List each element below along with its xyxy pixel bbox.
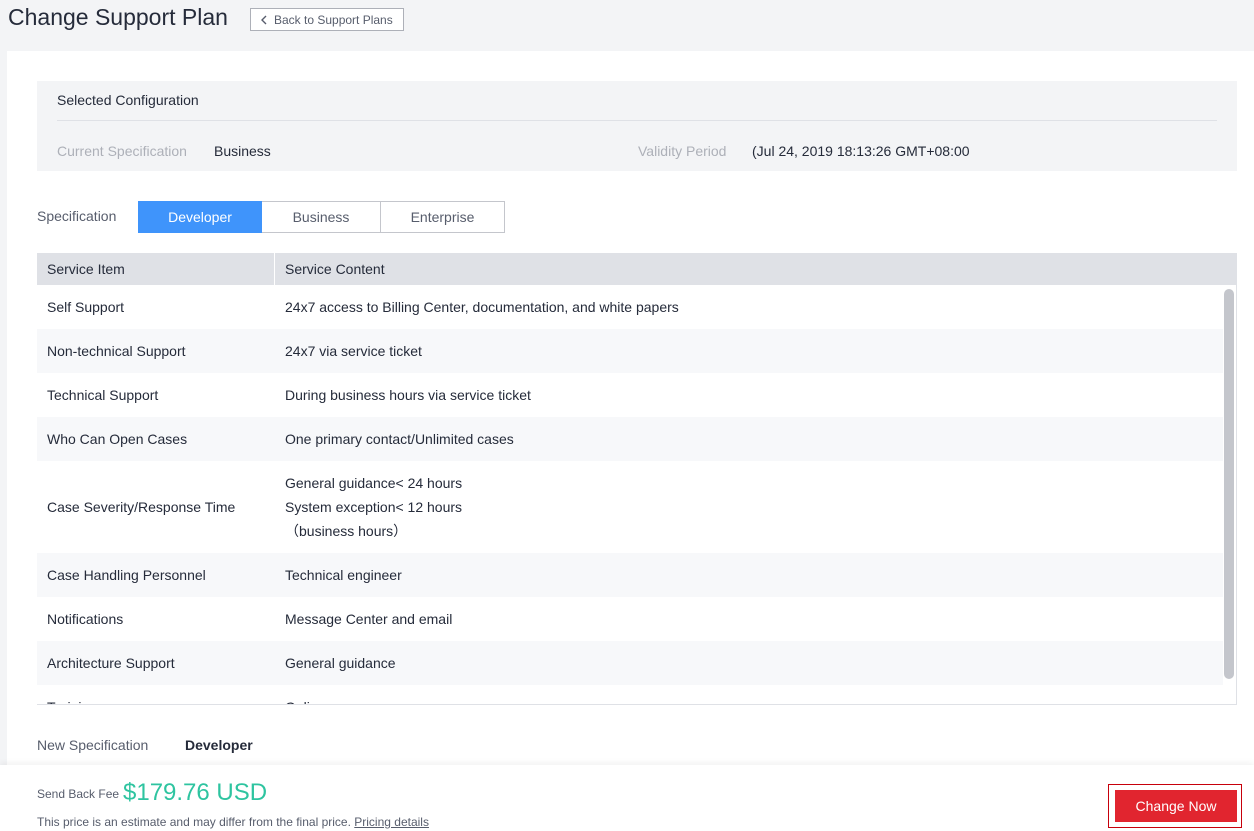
table-header: Service Item Service Content bbox=[37, 253, 1236, 285]
service-content-line: During business hours via service ticket bbox=[285, 387, 531, 403]
footer-bar: Send Back Fee $179.76 USD This price is … bbox=[0, 765, 1254, 831]
table-row: Architecture Support General guidance bbox=[37, 641, 1223, 685]
service-content-line: One primary contact/Unlimited cases bbox=[285, 431, 514, 447]
specification-tabs: Developer Business Enterprise bbox=[138, 201, 505, 233]
tab-enterprise[interactable]: Enterprise bbox=[381, 201, 505, 233]
tab-business[interactable]: Business bbox=[262, 201, 381, 233]
service-content-cell: General guidance< 24 hours System except… bbox=[275, 461, 1223, 553]
current-spec-label: Current Specification bbox=[57, 143, 187, 159]
service-content-line: （business hours） bbox=[285, 523, 408, 539]
table-row: Case Handling Personnel Technical engine… bbox=[37, 553, 1223, 597]
price-note-text: This price is an estimate and may differ… bbox=[37, 815, 351, 829]
specification-label: Specification bbox=[37, 208, 117, 224]
table-row: Training Online bbox=[37, 685, 1223, 704]
pricing-details-link[interactable]: Pricing details bbox=[354, 815, 429, 829]
service-content-line: General guidance bbox=[285, 655, 396, 671]
service-content-line: General guidance< 24 hours bbox=[285, 475, 463, 491]
service-content-line: Online bbox=[285, 695, 325, 704]
price-note: This price is an estimate and may differ… bbox=[37, 815, 429, 829]
table-row: Case Severity/Response Time General guid… bbox=[37, 461, 1223, 553]
service-item-cell: Training bbox=[37, 685, 275, 704]
validity-period-value: (Jul 24, 2019 18:13:26 GMT+08:00 bbox=[752, 143, 970, 159]
change-now-button[interactable]: Change Now bbox=[1115, 790, 1237, 822]
service-content-cell: One primary contact/Unlimited cases bbox=[275, 417, 1223, 461]
page-header: Change Support Plan Back to Support Plan… bbox=[0, 0, 1254, 50]
service-item-cell: Case Severity/Response Time bbox=[47, 499, 236, 515]
new-spec-label: New Specification bbox=[37, 737, 149, 753]
tab-developer[interactable]: Developer bbox=[138, 201, 262, 233]
main-panel: Selected Configuration Current Specifica… bbox=[7, 51, 1254, 765]
table-scrollbar[interactable] bbox=[1224, 289, 1234, 679]
service-content-line: Technical engineer bbox=[285, 567, 402, 583]
service-item-cell: Technical Support bbox=[47, 387, 159, 403]
service-content-cell: Online bbox=[275, 685, 1223, 704]
back-to-support-plans-button[interactable]: Back to Support Plans bbox=[250, 8, 404, 31]
validity-period-label: Validity Period bbox=[638, 143, 727, 159]
service-item-cell: Case Handling Personnel bbox=[47, 567, 206, 583]
service-content-cell: Technical engineer bbox=[275, 553, 1223, 597]
service-content-cell: Message Center and email bbox=[275, 597, 1223, 641]
service-content-cell: 24x7 via service ticket bbox=[275, 329, 1223, 373]
service-content-line: System exception< 12 hours bbox=[285, 499, 463, 515]
table-row: Self Support 24x7 access to Billing Cent… bbox=[37, 285, 1223, 329]
table-row: Who Can Open Cases One primary contact/U… bbox=[37, 417, 1223, 461]
service-item-cell: Non-technical Support bbox=[47, 343, 186, 359]
service-item-cell: Self Support bbox=[47, 299, 125, 315]
send-back-fee-label: Send Back Fee bbox=[37, 787, 120, 801]
service-content-line: Message Center and email bbox=[285, 611, 453, 627]
page-title: Change Support Plan bbox=[8, 4, 228, 30]
service-table: Service Item Service Content Self Suppor… bbox=[37, 253, 1237, 705]
service-content-line: 24x7 via service ticket bbox=[285, 343, 422, 359]
column-header-service-content: Service Content bbox=[285, 261, 385, 277]
table-row: Notifications Message Center and email bbox=[37, 597, 1223, 641]
divider bbox=[57, 120, 1217, 121]
send-back-fee-value: $179.76 USD bbox=[123, 779, 268, 806]
back-button-label: Back to Support Plans bbox=[274, 12, 393, 27]
chevron-left-icon bbox=[261, 15, 267, 24]
service-item-cell: Architecture Support bbox=[47, 655, 175, 671]
service-content-cell: 24x7 access to Billing Center, documenta… bbox=[275, 285, 1223, 329]
service-item-cell: Notifications bbox=[47, 611, 124, 627]
current-spec-value: Business bbox=[214, 143, 271, 159]
service-item-cell: Who Can Open Cases bbox=[47, 431, 188, 447]
column-header-service-item: Service Item bbox=[37, 253, 275, 285]
new-spec-value: Developer bbox=[185, 737, 253, 753]
table-row: Technical Support During business hours … bbox=[37, 373, 1223, 417]
service-content-cell: During business hours via service ticket bbox=[275, 373, 1223, 417]
selected-configuration: Selected Configuration Current Specifica… bbox=[37, 81, 1237, 171]
service-content-cell: General guidance bbox=[275, 641, 1223, 685]
table-row: Non-technical Support 24x7 via service t… bbox=[37, 329, 1223, 373]
service-content-line: 24x7 access to Billing Center, documenta… bbox=[285, 299, 679, 315]
table-body: Self Support 24x7 access to Billing Cent… bbox=[37, 285, 1223, 704]
selected-configuration-title: Selected Configuration bbox=[57, 92, 199, 108]
